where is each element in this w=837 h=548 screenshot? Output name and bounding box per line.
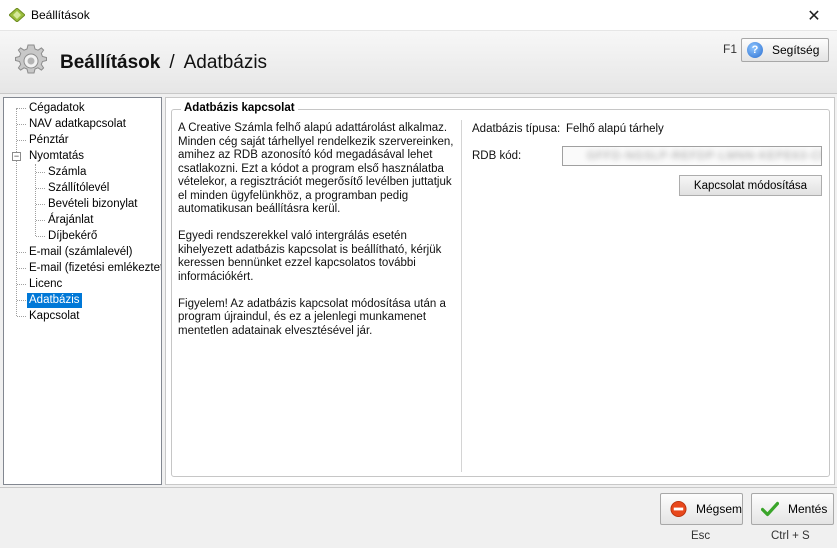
- app-icon: [9, 8, 25, 22]
- content-panel: Adatbázis kapcsolat A Creative Számla fe…: [165, 97, 835, 485]
- breadcrumb-section: Beállítások: [60, 52, 161, 73]
- cancel-button-label: Mégsem: [695, 502, 742, 516]
- tree-item-nav-adatkapcsolat[interactable]: NAV adatkapcsolat: [27, 117, 128, 132]
- tree-line: [17, 300, 26, 301]
- cancel-shortcut: Esc: [691, 530, 711, 542]
- tree-item-beveteli-bizonylat[interactable]: Bevételi bizonylat: [46, 197, 140, 212]
- close-icon: ✕: [807, 7, 821, 25]
- tree-item-penztar[interactable]: Pénztár: [27, 133, 71, 148]
- breadcrumb-separator: /: [169, 52, 175, 73]
- help-icon: ?: [747, 42, 763, 58]
- tree-line: [17, 268, 26, 269]
- cancel-icon: [670, 500, 687, 518]
- tree-line: [36, 172, 45, 173]
- database-type-value: Felhő alapú tárhely: [566, 123, 664, 135]
- tree-item-kapcsolat[interactable]: Kapcsolat: [27, 309, 82, 324]
- tree-item-cegadatok[interactable]: Cégadatok: [27, 101, 87, 116]
- window-title: Beállítások: [31, 8, 90, 22]
- close-button[interactable]: ✕: [791, 0, 837, 31]
- tree-line: [17, 108, 26, 109]
- tree-line: [36, 188, 45, 189]
- checkmark-icon: [761, 501, 779, 517]
- tree-item-email-szamlalevel[interactable]: E-mail (számlalevél): [27, 245, 135, 260]
- help-shortcut: F1: [723, 42, 738, 56]
- tree-item-nyomtatas[interactable]: Nyomtatás: [27, 149, 86, 164]
- cancel-button[interactable]: Mégsem: [660, 493, 743, 525]
- expand-collapse-icon[interactable]: −: [12, 152, 21, 161]
- page-title: Adatbázis: [183, 52, 268, 73]
- settings-tree[interactable]: − Cégadatok NAV adatkapcsolat Pénztár Ny…: [3, 97, 162, 485]
- tree-item-arajanlat[interactable]: Árajánlat: [46, 213, 95, 228]
- gear-icon: [15, 44, 47, 74]
- tree-line: [36, 204, 45, 205]
- tree-item-licenc[interactable]: Licenc: [27, 277, 64, 292]
- description-text: A Creative Számla felhő alapú adattárolá…: [178, 122, 458, 352]
- tree-line: [17, 140, 26, 141]
- tree-item-szamla[interactable]: Számla: [46, 165, 88, 180]
- database-connection-group: Adatbázis kapcsolat A Creative Számla fe…: [171, 102, 830, 477]
- tree-line: [17, 316, 26, 317]
- group-title: Adatbázis kapcsolat: [181, 102, 298, 114]
- modify-connection-button[interactable]: Kapcsolat módosítása: [679, 175, 822, 196]
- help-button-label: Segítség: [772, 43, 820, 57]
- breadcrumb: Beállítások / Adatbázis: [60, 52, 267, 74]
- description-paragraph: A Creative Számla felhő alapú adattárolá…: [178, 122, 454, 215]
- tree-item-dijbekero[interactable]: Díjbekérő: [46, 229, 99, 244]
- tree-item-szallitolevel[interactable]: Szállítólevél: [46, 181, 111, 196]
- tree-line: [36, 236, 45, 237]
- tree-line: [17, 284, 26, 285]
- tree-item-adatbazis[interactable]: Adatbázis: [27, 293, 82, 308]
- description-paragraph: Figyelem! Az adatbázis kapcsolat módosít…: [178, 297, 446, 337]
- tree-line: [17, 124, 26, 125]
- tree-line: [36, 220, 45, 221]
- save-button-label: Mentés: [788, 502, 828, 516]
- tree-line: [35, 164, 36, 236]
- title-bar: Beállítások ✕: [0, 0, 837, 31]
- tree-line: [17, 252, 26, 253]
- rdb-code-value: GFFD-NGSLP-REFDP-LMNN-KEPE63-CFNEL: [587, 150, 821, 162]
- rdb-code-label: RDB kód:: [472, 150, 522, 162]
- save-shortcut: Ctrl + S: [771, 530, 810, 542]
- description-paragraph: Egyedi rendszerekkel való intergrálás es…: [178, 230, 442, 283]
- help-button[interactable]: ? Segítség: [741, 38, 829, 62]
- page-header: Beállítások / Adatbázis F1 ? Segítség: [0, 31, 837, 94]
- vertical-divider: [461, 120, 462, 472]
- footer-bar: Mégsem Esc Mentés Ctrl + S: [0, 487, 837, 548]
- database-type-label: Adatbázis típusa:: [472, 123, 561, 135]
- tree-item-email-emlekezteto[interactable]: E-mail (fizetési emlékeztető): [27, 261, 161, 276]
- save-button[interactable]: Mentés: [751, 493, 834, 525]
- rdb-code-field[interactable]: GFFD-NGSLP-REFDP-LMNN-KEPE63-CFNEL: [562, 146, 822, 166]
